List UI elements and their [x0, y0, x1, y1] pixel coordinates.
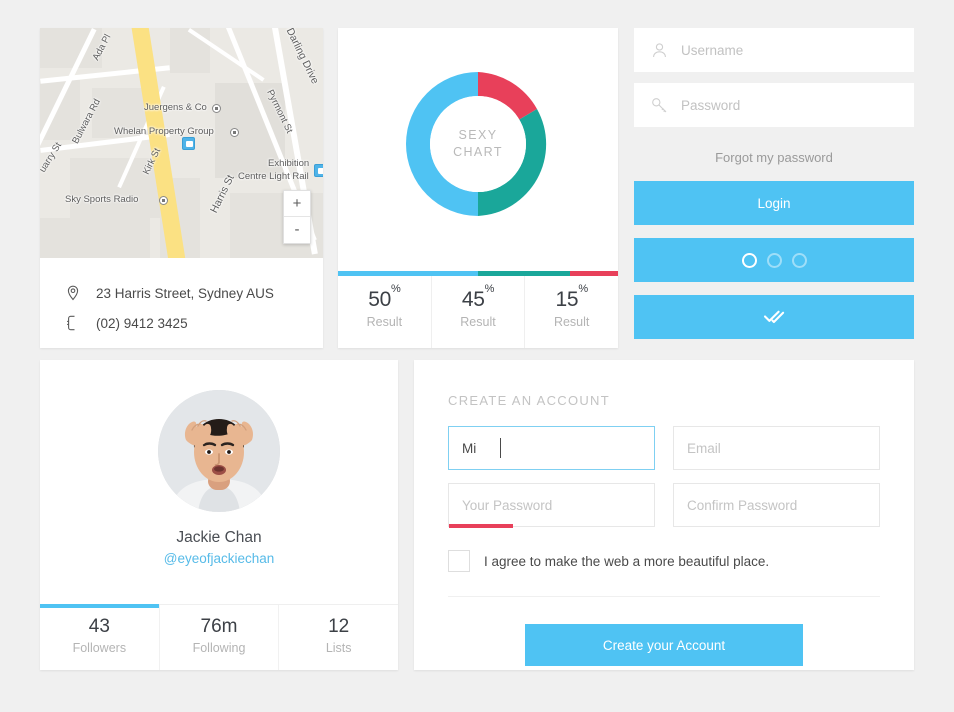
agree-row: I agree to make the web a more beautiful… — [448, 550, 880, 597]
agree-checkbox[interactable] — [448, 550, 470, 572]
map-label: Juergens & Co — [144, 102, 207, 113]
map-poi-marker[interactable] — [212, 104, 221, 113]
signup-fields-grid — [448, 426, 880, 528]
create-account-button[interactable]: Create your Account — [525, 624, 803, 666]
transit-station-marker[interactable] — [182, 137, 195, 150]
stat-value: 43 — [88, 616, 110, 637]
signup-title: CREATE AN ACCOUNT — [448, 393, 610, 408]
text-caret — [500, 438, 501, 458]
location-details: 23 Harris Street, Sydney AUS (02) 9412 3… — [40, 258, 323, 338]
avatar — [158, 390, 280, 512]
donut-center-label: SEXY CHART — [430, 95, 526, 192]
chart-stat-value: 15% — [555, 282, 589, 311]
phone-row: (02) 9412 3425 — [40, 308, 323, 338]
chart-stat-label: Result — [460, 315, 496, 329]
success-button[interactable] — [634, 295, 914, 339]
profile-stats: 43 Followers 76m Following 12 Lists — [40, 604, 398, 670]
email-input[interactable] — [673, 426, 880, 470]
location-pin-icon — [66, 285, 88, 301]
forgot-password-link[interactable]: Forgot my password — [634, 138, 914, 181]
stat-label: Lists — [325, 641, 352, 655]
loading-button[interactable] — [634, 238, 914, 282]
profile-stat-following[interactable]: 76m Following — [160, 605, 280, 670]
phone-text: (02) 9412 3425 — [96, 315, 188, 331]
donut-chart: SEXY CHART — [398, 64, 558, 224]
chart-stat-2: 45% Result — [432, 276, 526, 348]
profile-card: Jackie Chan @eyeofjackiechan 43 Follower… — [40, 360, 398, 670]
stat-label: Followers — [72, 641, 127, 655]
stat-label: Following — [192, 641, 246, 655]
double-check-icon — [761, 307, 787, 328]
chart-title-line2: CHART — [453, 144, 503, 159]
chart-card: SEXY CHART 50% Result 45% Result 15% Res… — [338, 28, 618, 348]
map-poi-marker[interactable] — [230, 128, 239, 137]
signup-password-input[interactable] — [448, 483, 655, 527]
map-label: Sky Sports Radio — [65, 194, 139, 205]
login-panel: Forgot my password Login — [634, 28, 914, 352]
phone-icon — [66, 315, 88, 331]
password-input[interactable] — [675, 83, 914, 127]
profile-stat-followers[interactable]: 43 Followers — [40, 604, 160, 670]
agree-label: I agree to make the web a more beautiful… — [484, 553, 770, 569]
login-button[interactable]: Login — [634, 181, 914, 225]
chart-legend: 50% Result 45% Result 15% Result — [338, 276, 618, 348]
map-label: Centre Light Rail — [238, 171, 309, 182]
zoom-in-button[interactable]: + — [284, 191, 310, 217]
username-input[interactable] — [675, 28, 914, 72]
chart-title-line1: SEXY — [458, 127, 498, 142]
location-card: Ada Pl Juergens & Co Whelan Property Gro… — [40, 28, 323, 348]
loading-spinner-icon — [741, 252, 807, 268]
profile-stat-lists[interactable]: 12 Lists — [279, 605, 398, 670]
key-icon — [651, 97, 675, 114]
dashboard-page: Ada Pl Juergens & Co Whelan Property Gro… — [0, 0, 954, 712]
stat-value: 76m — [200, 616, 238, 637]
password-field-wrapper[interactable] — [448, 483, 655, 528]
zoom-out-button[interactable]: - — [284, 217, 310, 243]
chart-stat-label: Result — [366, 315, 403, 329]
chart-stat-value: 45% — [461, 282, 495, 311]
password-field-wrapper[interactable] — [634, 83, 914, 127]
name-field-wrapper[interactable] — [448, 426, 655, 470]
chart-stat-label: Result — [553, 315, 590, 329]
map-poi-marker[interactable] — [159, 196, 168, 205]
map-view[interactable]: Ada Pl Juergens & Co Whelan Property Gro… — [40, 28, 323, 258]
profile-name: Jackie Chan — [176, 529, 262, 546]
user-icon — [651, 42, 675, 59]
address-row: 23 Harris Street, Sydney AUS — [40, 278, 323, 308]
transit-station-marker[interactable] — [314, 164, 323, 177]
donut-chart-area: SEXY CHART — [338, 28, 618, 271]
profile-header: Jackie Chan @eyeofjackiechan — [40, 360, 398, 604]
profile-handle[interactable]: @eyeofjackiechan — [164, 551, 275, 566]
confirm-password-field-wrapper[interactable] — [673, 483, 880, 527]
chart-stat-value: 50% — [368, 282, 401, 311]
map-label: Whelan Property Group — [114, 126, 214, 137]
chart-stat-1: 50% Result — [338, 276, 432, 348]
signup-card: CREATE AN ACCOUNT I agree to make the we… — [414, 360, 914, 670]
map-zoom-controls[interactable]: + - — [283, 190, 311, 244]
password-strength-bar — [449, 524, 513, 528]
map-label: Exhibition — [268, 158, 310, 169]
address-text: 23 Harris Street, Sydney AUS — [96, 285, 274, 301]
email-field-wrapper[interactable] — [673, 426, 880, 470]
confirm-password-input[interactable] — [673, 483, 880, 527]
name-input[interactable] — [448, 426, 655, 470]
stat-value: 12 — [328, 616, 350, 637]
chart-stat-3: 15% Result — [525, 276, 618, 348]
avatar-image — [158, 390, 280, 512]
username-field-wrapper[interactable] — [634, 28, 914, 72]
